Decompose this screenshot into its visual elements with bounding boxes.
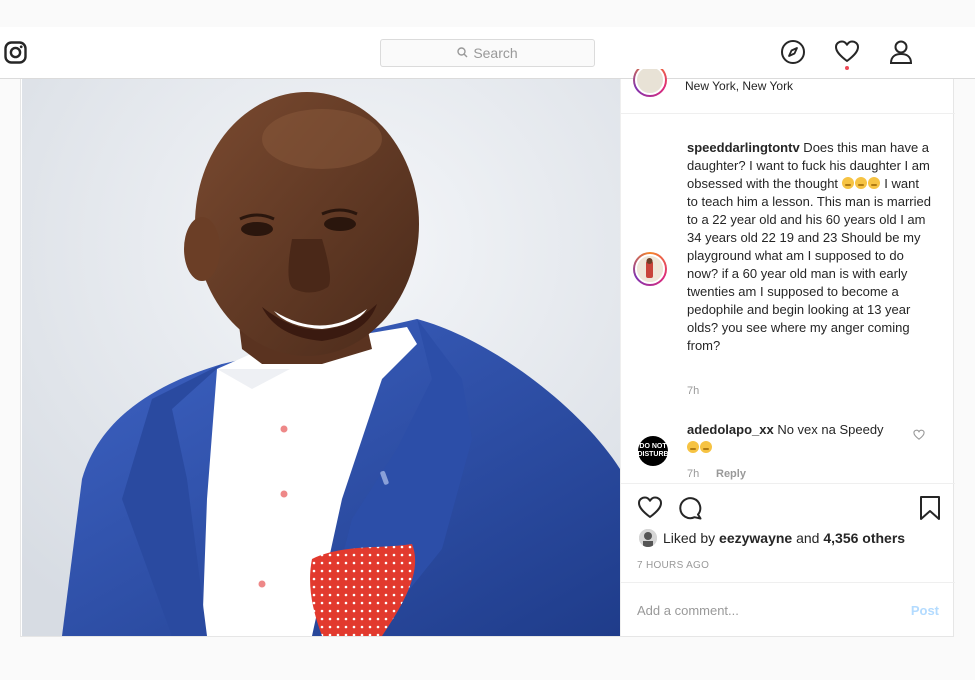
divider [621,582,955,583]
commenter-avatar[interactable] [633,252,667,286]
comments-list: speeddarlingtontv Does this man have a d… [621,114,955,483]
liked-by: Liked by eezywayne and 4,356 others [639,529,905,547]
post-timestamp[interactable]: 7 HOURS AGO [637,560,709,571]
post-location[interactable]: New York, New York [685,79,793,93]
liked-by-others[interactable]: 4,356 others [823,530,905,546]
liked-by-user[interactable]: eezywayne [719,530,792,546]
angry-face-emoji-icon [867,177,880,189]
comment-text-continued: I want to teach him a lesson. This man i… [687,176,931,353]
comment-time[interactable]: 7h [687,468,699,480]
post-comment-button[interactable]: Post [911,603,939,618]
comment-username[interactable]: adedolapo_xx [687,422,774,437]
grinning-face-emoji-icon [687,441,699,453]
angry-face-emoji-icon [841,177,854,189]
comment-username[interactable]: speeddarlingtontv [687,140,800,155]
bookmark-icon[interactable] [917,495,943,521]
top-nav: Search [0,27,975,79]
add-comment-input[interactable]: Add a comment... [637,603,739,618]
comment-like-heart-icon[interactable] [913,428,925,440]
liker-avatar[interactable] [639,529,657,547]
angry-face-emoji-icon [854,177,867,189]
post-sidebar: New York, New York speeddarlingtontv Doe… [620,69,955,636]
avatar-text: DO NOT DISTURB [637,443,669,458]
grinning-face-emoji-icon [700,441,712,453]
comment-text: No vex na Speedy [773,422,884,437]
poster-avatar[interactable] [632,69,672,97]
divider [621,483,955,484]
comment-body: speeddarlingtontv Does this man have a d… [687,139,932,355]
liked-by-prefix: Liked by [663,530,720,546]
post-card: New York, New York speeddarlingtontv Doe… [20,69,955,637]
comment-bubble-icon[interactable] [677,495,703,521]
search-icon [457,45,468,61]
post-image[interactable] [22,79,620,636]
profile-icon[interactable] [888,39,914,65]
search-input[interactable]: Search [380,39,595,67]
comment-body: adedolapo_xx No vex na Speedy [687,421,917,457]
instagram-logo-icon[interactable] [4,41,27,64]
explore-compass-icon[interactable] [780,39,806,65]
like-heart-icon[interactable] [637,495,663,521]
commenter-avatar[interactable]: DO NOT DISTURB [637,436,669,466]
activity-heart-icon[interactable] [834,39,860,65]
liked-by-and: and [792,530,824,546]
search-placeholder: Search [473,45,518,61]
reply-button[interactable]: Reply [716,468,746,480]
comment-time[interactable]: 7h [687,385,699,397]
activity-notification-dot [845,66,849,70]
